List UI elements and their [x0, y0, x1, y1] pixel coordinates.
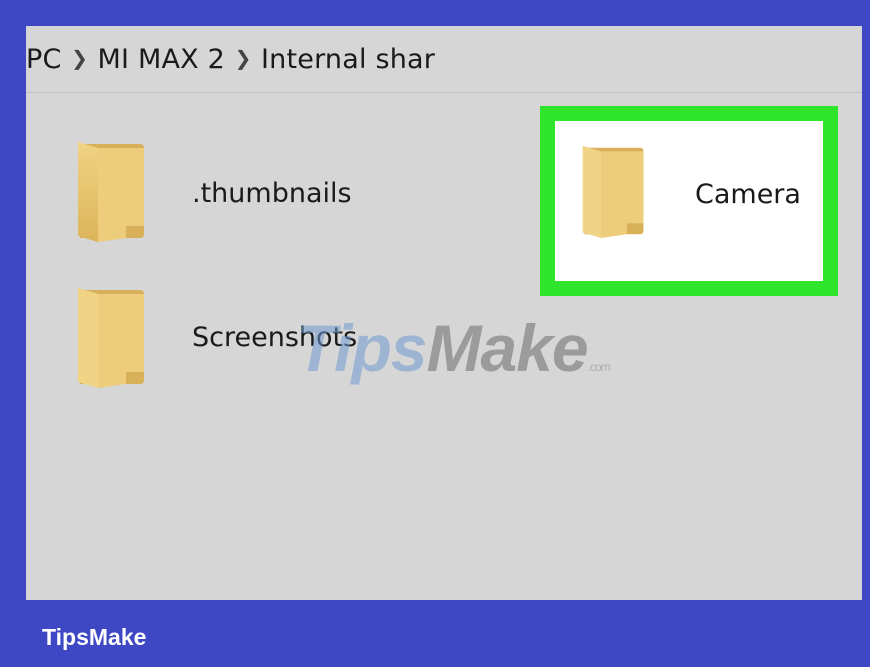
folder-item-thumbnails[interactable]: .thumbnails [74, 138, 374, 250]
watermark-tips: Tips [296, 311, 427, 385]
chevron-right-icon[interactable]: ❯ [229, 46, 257, 70]
folder-icon [582, 145, 644, 238]
folder-icon [78, 288, 144, 388]
watermark-suffix: .com [587, 360, 611, 374]
breadcrumb-item-device[interactable]: MI MAX 2 [94, 44, 229, 75]
chevron-right-icon[interactable]: ❯ [66, 46, 94, 70]
folder-label: Camera [695, 179, 801, 210]
breadcrumb: PC ❯ MI MAX 2 ❯ Internal shar [26, 26, 862, 93]
file-explorer-panel: PC ❯ MI MAX 2 ❯ Internal shar .thumbnail… [26, 26, 862, 600]
watermark-logo: TipsMake.com [296, 310, 611, 386]
folder-item-camera[interactable]: Camera [540, 106, 838, 296]
folder-label: .thumbnails [192, 178, 352, 209]
watermark-make: Make [426, 311, 588, 385]
brand-label: TipsMake [42, 624, 147, 650]
folder-icon [78, 142, 144, 242]
breadcrumb-item-pc[interactable]: PC [26, 44, 66, 75]
breadcrumb-item-storage[interactable]: Internal shar [257, 44, 439, 75]
